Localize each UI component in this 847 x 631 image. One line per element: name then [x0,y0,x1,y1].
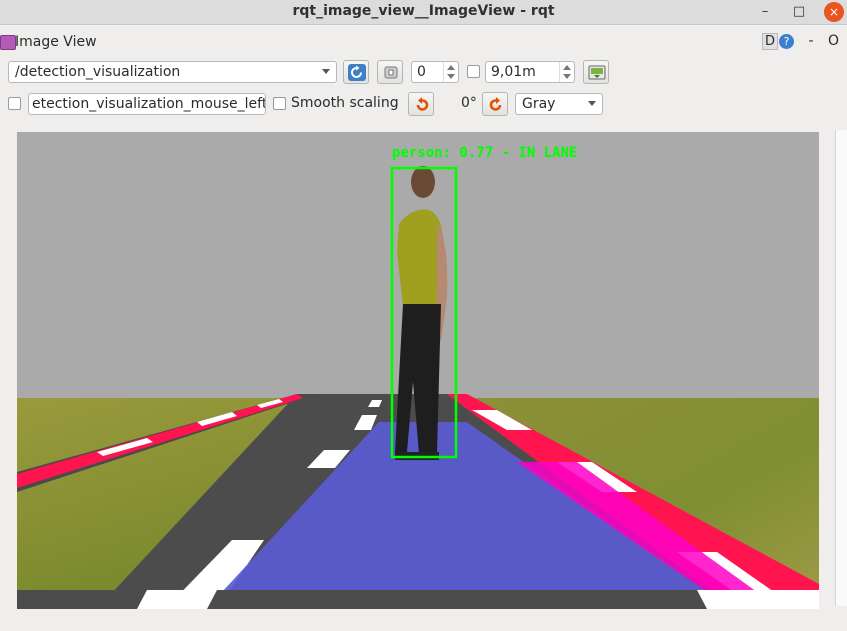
topic-select[interactable]: /detection_visualization [8,61,337,83]
window-titlebar: rqt_image_view__ImageView - rqt – □ × [0,0,847,25]
zoom-spinbox[interactable]: 9,01m [485,61,575,83]
rotation-label: 0° [461,95,477,111]
image-canvas[interactable]: person: 0.77 - IN LANE [17,132,819,609]
spin-down-icon[interactable] [447,74,455,79]
frame-spinbox-value: 0 [417,64,426,80]
help-icon[interactable]: ? [779,34,794,49]
spin-up-icon[interactable] [563,65,571,70]
spin-up-icon[interactable] [447,65,455,70]
image-view-icon [0,35,16,50]
panel-header: Image View D? - O [0,30,847,54]
rotate-left-icon [416,97,429,111]
maximize-button[interactable]: □ [789,2,809,22]
smooth-scaling-checkbox[interactable] [273,97,286,110]
rotate-left-button[interactable] [408,92,434,116]
minimize-button[interactable]: – [755,2,775,22]
mouse-topic-input[interactable]: etection_visualization_mouse_left [28,93,266,115]
refresh-topics-button[interactable] [343,60,369,84]
snapshot-icon [384,66,398,79]
rotate-right-icon [489,97,502,111]
save-image-icon [588,65,606,80]
detection-label: person: 0.77 - IN LANE [392,145,578,161]
zoom-checkbox[interactable] [467,65,480,78]
window-title: rqt_image_view__ImageView - rqt [292,3,555,19]
close-button[interactable]: × [824,2,844,22]
refresh-icon [348,64,366,81]
color-scheme-value: Gray [522,96,556,112]
spin-down-icon[interactable] [563,74,571,79]
dock-button[interactable]: D [761,33,778,50]
chevron-down-icon [322,69,330,74]
frame-spinbox[interactable]: 0 [411,61,459,83]
zoom-spinbox-value: 9,01m [491,64,536,80]
close-panel-button[interactable]: O [828,33,839,49]
minimize-panel-button[interactable]: - [808,33,813,49]
camera-image [17,132,819,609]
horizontal-scrollbar[interactable] [0,612,835,622]
mouse-topic-input-value: etection_visualization_mouse_left [32,96,266,112]
rotate-right-button[interactable] [482,92,508,116]
topic-select-value: /detection_visualization [15,64,181,80]
color-scheme-select[interactable]: Gray [515,93,603,115]
chevron-down-icon [588,101,596,106]
save-image-button[interactable] [583,60,609,84]
vertical-scrollbar[interactable] [835,130,847,606]
panel-controls: D? - O [761,33,839,50]
smooth-scaling-label: Smooth scaling [291,95,399,111]
mouse-publish-checkbox[interactable] [8,97,21,110]
snapshot-button[interactable] [377,60,403,84]
panel-title: Image View [15,34,97,50]
